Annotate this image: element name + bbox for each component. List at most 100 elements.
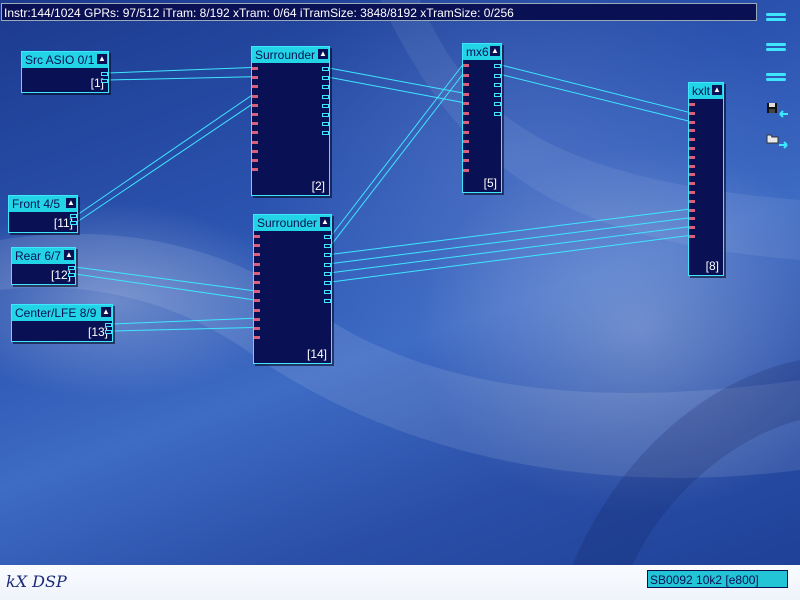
output-pin[interactable] [105,330,112,334]
output-pin[interactable] [68,266,75,270]
input-pin[interactable] [689,155,695,159]
minimize-icon[interactable]: ▲ [712,85,722,95]
input-pin[interactable] [254,281,260,284]
minimize-icon[interactable]: ▲ [318,49,328,59]
input-pin[interactable] [252,159,258,162]
input-pin[interactable] [252,131,258,135]
input-pin[interactable] [689,120,695,124]
input-pin[interactable] [252,67,258,70]
output-pin[interactable] [324,281,331,285]
input-pin[interactable] [254,327,260,330]
plugin-title[interactable]: Center/LFE 8/9 [12,305,112,321]
output-pin[interactable] [322,122,329,127]
output-pin[interactable] [70,214,77,218]
input-pin[interactable] [689,217,695,221]
output-pin[interactable] [324,262,331,267]
input-pin[interactable] [463,73,469,77]
input-pin[interactable] [252,94,258,98]
output-pin[interactable] [494,64,501,68]
menu-button-1[interactable] [766,10,788,24]
input-pin[interactable] [463,92,469,96]
input-pin[interactable] [689,147,695,150]
input-pin[interactable] [463,159,469,162]
output-pin[interactable] [322,67,329,71]
menu-button-2[interactable] [766,40,788,54]
output-pin[interactable] [70,221,77,225]
output-pin[interactable] [322,76,329,81]
input-pin[interactable] [254,336,260,340]
plugin-block-mx6[interactable]: mx6 ▲ [5] [462,43,502,193]
input-pin[interactable] [254,235,260,238]
input-pin[interactable] [463,83,469,86]
device-selector[interactable]: SB0092 10k2 [e800] [647,570,788,588]
output-pin[interactable] [494,83,501,87]
input-pin[interactable] [254,290,260,294]
output-pin[interactable] [494,111,501,116]
plugin-block-sur2[interactable]: Surrounder ▲ [2] [251,46,330,196]
input-pin[interactable] [252,140,258,144]
output-pin[interactable] [494,73,501,78]
input-pin[interactable] [254,317,260,321]
input-pin[interactable] [463,149,469,153]
plugin-title[interactable]: Src ASIO 0/1 [22,52,108,68]
minimize-icon[interactable]: ▲ [490,46,500,56]
input-pin[interactable] [689,164,695,168]
input-pin[interactable] [689,111,695,115]
input-pin[interactable] [689,138,695,142]
plugin-block-front[interactable]: Front 4/5 ▲ [11] [8,195,78,233]
output-pin[interactable] [322,131,329,136]
minimize-icon[interactable]: ▲ [66,198,76,208]
input-pin[interactable] [463,64,469,67]
input-pin[interactable] [252,103,258,107]
plugin-block-kxlt[interactable]: kxlt ▲ [8] [688,82,724,276]
save-settings-icon[interactable] [766,102,790,120]
input-pin[interactable] [689,129,695,133]
input-pin[interactable] [689,208,695,212]
output-pin[interactable] [322,103,329,108]
input-pin[interactable] [463,168,469,172]
input-pin[interactable] [689,235,695,238]
input-pin[interactable] [689,182,695,186]
plugin-block-center[interactable]: Center/LFE 8/9 ▲ [13] [11,304,113,342]
minimize-icon[interactable]: ▲ [101,307,111,317]
output-pin[interactable] [494,92,501,97]
input-pin[interactable] [463,121,469,124]
plugin-block-sur14[interactable]: Surrounder ▲ [14] [253,214,332,364]
input-pin[interactable] [463,130,469,134]
input-pin[interactable] [252,76,258,80]
minimize-icon[interactable]: ▲ [320,217,330,227]
output-pin[interactable] [68,273,75,277]
input-pin[interactable] [254,271,260,275]
input-pin[interactable] [689,199,695,203]
input-pin[interactable] [254,308,260,312]
input-pin[interactable] [254,262,260,266]
input-pin[interactable] [252,122,258,126]
plugin-block-rear[interactable]: Rear 6/7 ▲ [12] [11,247,76,285]
output-pin[interactable] [324,271,331,276]
input-pin[interactable] [689,191,695,194]
output-pin[interactable] [322,113,329,117]
output-pin[interactable] [101,79,108,83]
input-pin[interactable] [689,226,695,230]
output-pin[interactable] [324,290,331,295]
minimize-icon[interactable]: ▲ [97,54,107,64]
input-pin[interactable] [254,253,260,257]
input-pin[interactable] [689,173,695,177]
output-pin[interactable] [322,85,329,90]
input-pin[interactable] [463,140,469,143]
input-pin[interactable] [689,103,695,106]
output-pin[interactable] [324,253,331,258]
input-pin[interactable] [463,111,469,115]
input-pin[interactable] [254,244,260,248]
input-pin[interactable] [252,113,258,116]
input-pin[interactable] [252,168,258,172]
input-pin[interactable] [252,85,258,89]
output-pin[interactable] [494,102,501,106]
input-pin[interactable] [254,299,260,303]
plugin-block-src[interactable]: Src ASIO 0/1 ▲ [1] [21,51,109,93]
output-pin[interactable] [324,235,331,239]
load-settings-icon[interactable] [766,132,790,150]
minimize-icon[interactable]: ▲ [64,250,74,260]
input-pin[interactable] [463,102,469,105]
output-pin[interactable] [322,94,329,99]
